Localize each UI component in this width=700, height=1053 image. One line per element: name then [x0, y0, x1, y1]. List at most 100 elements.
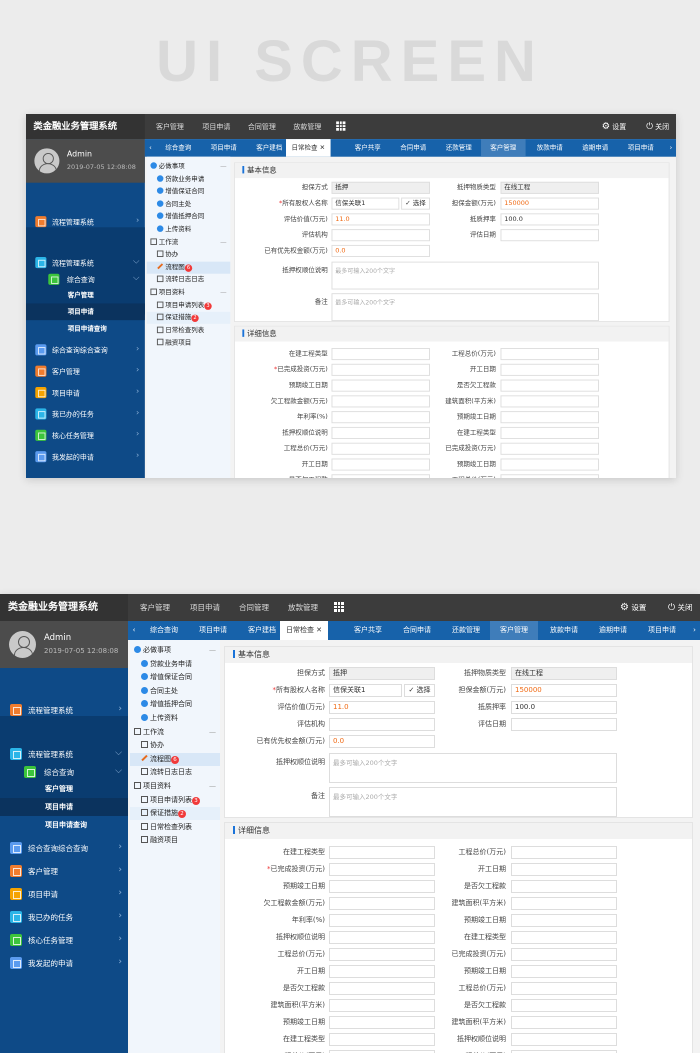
tree-item[interactable]: 项目资料 — [130, 780, 220, 793]
avatar[interactable] [34, 148, 60, 174]
tree-item[interactable]: 合同主处 [130, 685, 220, 698]
form-input[interactable] [511, 1032, 617, 1046]
tree-item[interactable]: 协办 [147, 249, 231, 261]
form-input[interactable] [500, 228, 599, 241]
form-input[interactable] [511, 845, 617, 859]
form-input[interactable] [511, 998, 617, 1012]
form-input[interactable] [511, 981, 617, 995]
tree-item[interactable]: 上传资料 [147, 224, 231, 236]
sidebar-item[interactable]: 综合查询综合查询 › [0, 837, 128, 859]
avatar[interactable] [9, 631, 36, 658]
tree-item[interactable]: 增值保证合同 [130, 671, 220, 684]
tree-item[interactable]: 上传资料 [130, 712, 220, 725]
form-input[interactable] [500, 394, 599, 407]
form-input[interactable] [500, 379, 599, 392]
tabs-scroll-left[interactable]: ‹ [128, 621, 140, 640]
tab[interactable]: 综合查询 [140, 621, 188, 640]
form-input[interactable] [511, 896, 617, 910]
sidebar-item[interactable]: 核心任务管理 › [0, 929, 128, 951]
sidebar-subitem[interactable]: 客户管理 [0, 780, 128, 798]
sidebar-item[interactable]: 核心任务管理 › [26, 425, 145, 445]
tab[interactable]: 逾期申请 [589, 621, 637, 640]
form-input[interactable]: 100.0 [511, 700, 617, 714]
form-input[interactable]: 0.0 [331, 244, 430, 257]
tab[interactable]: 合同申请 [391, 139, 436, 157]
sidebar-subitem[interactable]: 客户管理 [26, 287, 145, 304]
form-input[interactable]: 100.0 [500, 212, 599, 225]
form-input[interactable]: 在线工程 [511, 666, 617, 680]
form-input[interactable] [500, 347, 599, 360]
tab[interactable]: 客户共享 [345, 139, 390, 157]
form-input[interactable] [511, 913, 617, 927]
topnav-customer[interactable]: 客户管理 [140, 594, 170, 621]
form-input[interactable] [511, 947, 617, 961]
form-input[interactable] [500, 473, 599, 478]
settings-button[interactable]: ⚙ 设置 [602, 114, 626, 139]
topnav-customer[interactable]: 客户管理 [156, 114, 184, 139]
tree-item[interactable]: 必做事项 — [130, 644, 220, 657]
textarea-input[interactable]: 最多可输入200个文字 [329, 753, 617, 783]
form-input[interactable]: 150000 [511, 683, 617, 697]
tree-item[interactable]: 贷款业务申请 [130, 658, 220, 671]
tab[interactable]: 综合查询 [156, 139, 201, 157]
form-input[interactable] [511, 862, 617, 876]
tree-item[interactable]: 保证措施 2 [130, 807, 220, 821]
tree-item[interactable]: 融资项目 [147, 337, 231, 349]
sidebar-item[interactable]: 我发起的申请 › [26, 446, 145, 466]
topnav-contract[interactable]: 合同管理 [248, 114, 276, 139]
collapse-icon[interactable]: — [220, 287, 227, 299]
textarea-input[interactable]: 最多可输入200个文字 [329, 787, 617, 817]
sidebar-subitem[interactable]: 项目申请 [0, 798, 128, 816]
tree-item[interactable]: 项目申请列表 3 [147, 299, 231, 311]
sidebar-subitem[interactable]: 项目申请查询 [26, 320, 145, 337]
tree-item[interactable]: 贷款业务申请 [147, 173, 231, 185]
form-input[interactable] [500, 442, 599, 455]
tab[interactable]: 还款管理 [442, 621, 490, 640]
close-button[interactable]: ⏻ 关闭 [668, 594, 693, 621]
tree-item[interactable]: 增值保证合同 [147, 186, 231, 198]
tabs-scroll-right[interactable]: › [689, 621, 700, 640]
tab[interactable]: 放款申请 [540, 621, 588, 640]
form-input[interactable] [511, 964, 617, 978]
collapse-icon[interactable]: — [209, 726, 216, 739]
tab[interactable]: 日常检查 ✕ [280, 621, 328, 640]
form-input[interactable]: 0.0 [329, 734, 435, 748]
tab[interactable]: 合同申请 [393, 621, 441, 640]
topnav-project[interactable]: 项目申请 [190, 594, 220, 621]
sidebar-item[interactable]: 我已办的任务 › [0, 906, 128, 928]
tree-item[interactable]: 项目资料 — [147, 287, 231, 299]
tabs-scroll-right[interactable]: › [666, 139, 676, 157]
tree-item[interactable]: 流程图 6 [130, 752, 220, 766]
topnav-project[interactable]: 项目申请 [202, 114, 230, 139]
topnav-loan[interactable]: 放款管理 [288, 594, 318, 621]
form-input[interactable] [511, 1049, 617, 1053]
form-input[interactable] [500, 363, 599, 376]
collapse-icon[interactable]: — [220, 236, 227, 248]
collapse-icon[interactable]: — [209, 644, 216, 657]
tree-item[interactable]: 协办 [130, 739, 220, 752]
tree-item[interactable]: 合同主处 [147, 198, 231, 210]
tab[interactable]: 客户建档 [238, 621, 286, 640]
tree-item[interactable]: 融资项目 [130, 834, 220, 847]
tab[interactable]: 项目申请 [618, 139, 663, 157]
tab[interactable]: 客户管理 [490, 621, 538, 640]
close-icon[interactable]: ✕ [318, 144, 325, 151]
sidebar-item[interactable]: 综合查询综合查询 › [26, 340, 145, 360]
tree-item[interactable]: 保证措施 2 [146, 311, 231, 325]
tree-item[interactable]: 项目申请列表 3 [130, 794, 220, 807]
form-input[interactable] [511, 1015, 617, 1029]
tab[interactable]: 放款申请 [527, 139, 572, 157]
textarea-input[interactable]: 最多可输入200个文字 [331, 293, 599, 322]
tab[interactable]: 逾期申请 [573, 139, 618, 157]
form-input[interactable]: 信保关联1 [331, 197, 400, 210]
tab[interactable]: 客户共享 [344, 621, 392, 640]
sidebar-item[interactable]: 客户管理 › [0, 860, 128, 882]
tab[interactable]: 客户管理 [481, 139, 526, 157]
sidebar-item[interactable]: 我发起的申请 › [0, 952, 128, 974]
close-icon[interactable]: ✕ [314, 626, 322, 634]
collapse-icon[interactable]: — [209, 780, 216, 793]
sidebar-subitem[interactable]: 项目申请查询 [0, 816, 128, 834]
tab[interactable]: 还款管理 [436, 139, 481, 157]
form-input[interactable]: 150000 [500, 197, 599, 210]
grid-icon[interactable] [334, 602, 344, 612]
